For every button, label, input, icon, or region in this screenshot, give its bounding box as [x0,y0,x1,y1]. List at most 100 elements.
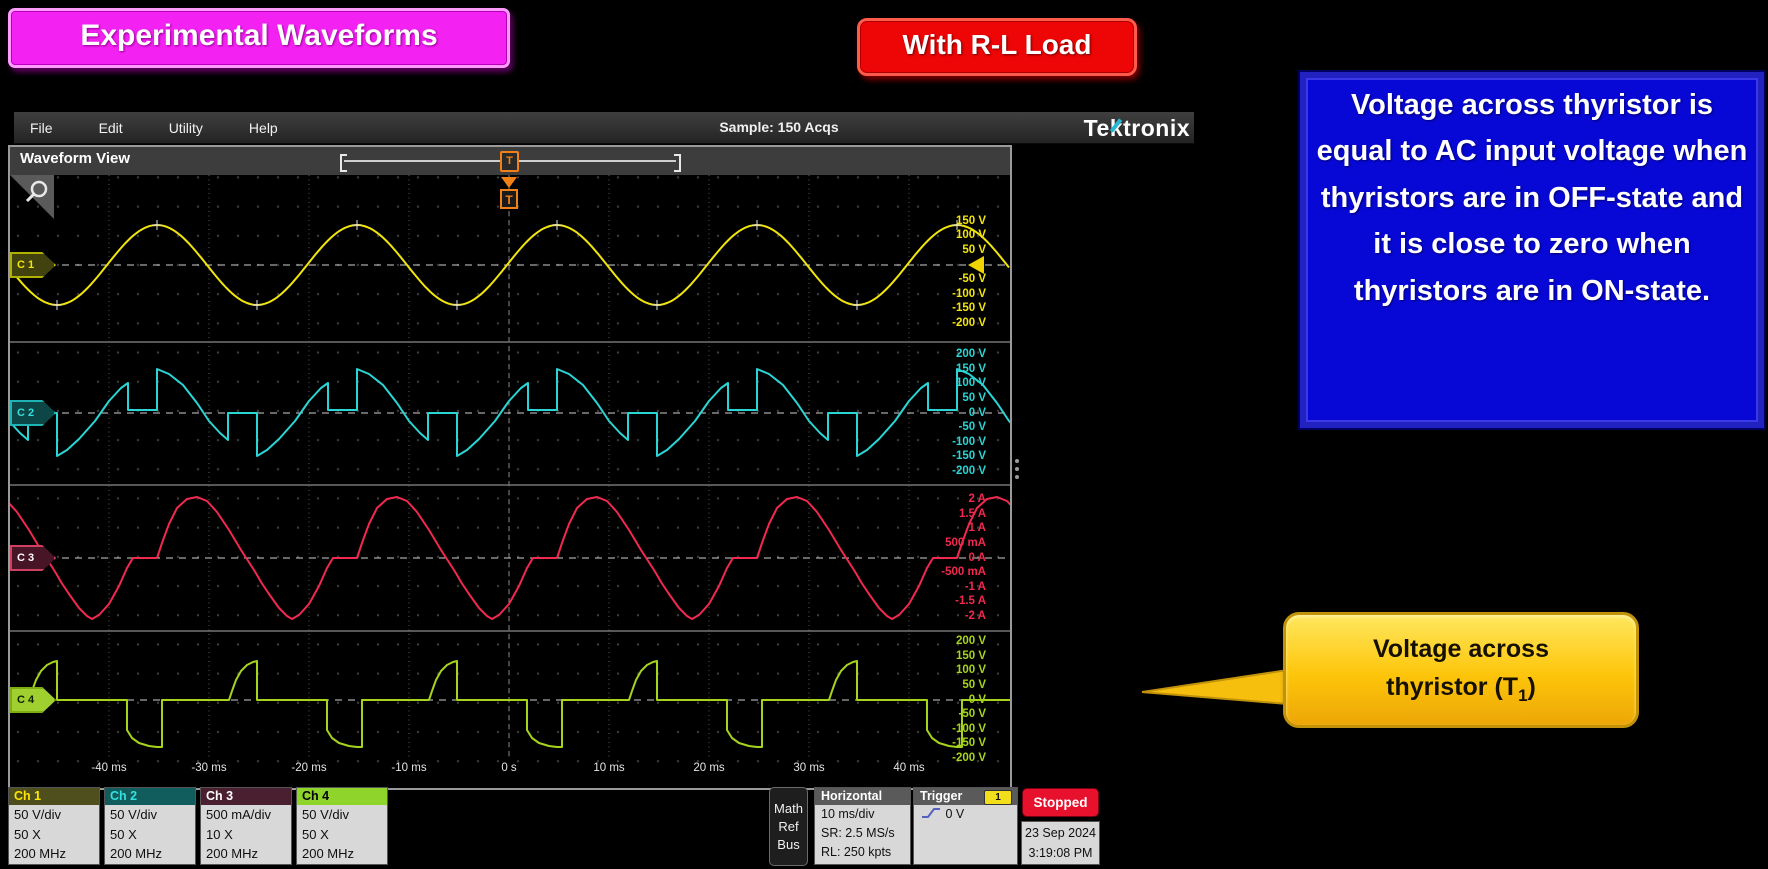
time-label: -40 ms [74,762,144,774]
channel-box-ch3[interactable]: Ch 3500 mA/div10 X200 MHz [200,787,292,865]
trigger-level: 0 V [945,807,964,821]
horizontal-title: Horizontal [815,788,910,805]
time-label: 40 ms [874,762,944,774]
trace-c4 [29,661,1010,747]
tektronix-logo: Tektronix [1084,114,1190,142]
trigger-settings[interactable]: Trigger 1 0 V [913,787,1018,865]
axis-label: -100 V [916,436,986,449]
axis-label: 150 V [916,363,986,376]
trigger-position-handle[interactable]: T [500,151,519,172]
acquisition-stopped-button[interactable]: Stopped [1023,789,1098,816]
axis-label: 1 A [916,522,986,535]
channel-box-ch1[interactable]: Ch 150 V/div50 X200 MHz [8,787,100,865]
menu-item-utility[interactable]: Utility [165,120,207,136]
callout-line1: Voltage across [1373,635,1549,663]
axis-label: -1.5 A [916,595,986,608]
channel-setting: 200 MHz [297,844,387,864]
zoom-icon[interactable] [10,175,54,219]
channel-setting: 500 mA/div [201,805,291,825]
menu-items: File Edit Utility Help [26,112,282,143]
trigger-source-badge: 1 [984,790,1012,805]
waveform-view-tab[interactable]: Waveform View T [10,147,1010,176]
axis-label: 150 V [916,215,986,228]
time: 3:19:08 PM [1022,843,1099,863]
horizontal-scale: 10 ms/div [815,805,910,824]
channel-setting: 200 MHz [105,844,195,864]
axis-label: -150 V [916,302,986,315]
sample-rate: SR: 2.5 MS/s [815,824,910,843]
time-label: 0 s [474,762,544,774]
axis-label: -50 V [916,273,986,286]
channel-setting: 50 X [105,825,195,845]
slider-left-bracket [340,154,347,172]
time-label: 30 ms [774,762,844,774]
time-label: 10 ms [574,762,644,774]
axis-label: -1 A [916,581,986,594]
thyristor-info-box: Voltage across thyristor is equal to AC … [1300,72,1764,428]
ch1-position-arrow[interactable] [968,256,984,274]
menu-bar: FileEditUtilityHelp Sample: 150 Acqs Tek… [14,112,1194,144]
axis-label: 100 V [916,229,986,242]
axis-label: 2 A [916,493,986,506]
time-label: -20 ms [274,762,344,774]
callout-subscript: 1 [1518,686,1527,705]
experiment-title: Experimental Waveforms [8,8,510,68]
panel-drag-handle[interactable] [1014,455,1020,485]
trigger-level-row: 0 V [914,805,1017,824]
channel-setting: 50 X [9,825,99,845]
axis-label: 200 V [916,635,986,648]
axis-label: -200 V [916,317,986,330]
waveform-traces: T [10,175,1010,785]
horizontal-settings[interactable]: Horizontal 10 ms/div SR: 2.5 MS/s RL: 25… [814,787,911,865]
axis-label: 200 V [916,348,986,361]
math-button[interactable]: Math [770,800,807,818]
axis-label: -100 V [916,288,986,301]
axis-label: 500 mA [916,537,986,550]
bus-button[interactable]: Bus [770,836,807,854]
rising-edge-icon [920,806,942,820]
axis-label: -150 V [916,450,986,463]
waveform-plot: T C 1C 2C 3C 4 150 V100 V50 V-50 V-100 V… [10,175,1010,785]
channel-box-header: Ch 2 [105,788,195,805]
channel-setting: 50 X [297,825,387,845]
channel-setting: 200 MHz [201,844,291,864]
axis-label: -50 V [916,421,986,434]
ref-button[interactable]: Ref [770,818,807,836]
datetime-display: 23 Sep 2024 3:19:08 PM [1021,821,1100,865]
axis-label: 50 V [916,244,986,257]
menu-item-edit[interactable]: Edit [95,120,127,136]
svg-text:T: T [505,193,513,207]
waveform-view-title: Waveform View [20,150,130,167]
channel-box-header: Ch 3 [201,788,291,805]
axis-label: 1.5 A [916,508,986,521]
record-length: RL: 250 kpts [815,843,910,862]
axis-label: 150 V [916,650,986,663]
trigger-title: Trigger 1 [914,788,1017,805]
date: 23 Sep 2024 [1022,823,1099,843]
waveform-panel: Waveform View T T C 1C 2C 3C 4 150 V100 … [8,145,1012,790]
axis-label: -200 V [916,465,986,478]
channel-box-header: Ch 4 [297,788,387,805]
axis-label: 100 V [916,377,986,390]
axis-label: -500 mA [916,566,986,579]
channel-setting: 200 MHz [9,844,99,864]
axis-label: -2 A [916,610,986,623]
load-type-label: With R-L Load [857,18,1137,76]
channel-box-ch2[interactable]: Ch 250 V/div50 X200 MHz [104,787,196,865]
callout-tail [1140,640,1290,720]
menu-item-help[interactable]: Help [245,120,282,136]
axis-label: 100 V [916,664,986,677]
axis-label: 0 V [916,407,986,420]
axis-label: -100 V [916,723,986,736]
axis-label: -50 V [916,708,986,721]
slider-right-bracket [674,154,681,172]
axis-label: 50 V [916,392,986,405]
time-label: 20 ms [674,762,744,774]
math-ref-bus-button[interactable]: Math Ref Bus [769,787,808,866]
channel-setting: 50 V/div [105,805,195,825]
channel-box-ch4[interactable]: Ch 450 V/div50 X200 MHz [296,787,388,865]
menu-item-file[interactable]: File [26,120,57,136]
time-label: -30 ms [174,762,244,774]
axis-label: -150 V [916,737,986,750]
callout-line2: thyristor (T [1386,673,1518,701]
